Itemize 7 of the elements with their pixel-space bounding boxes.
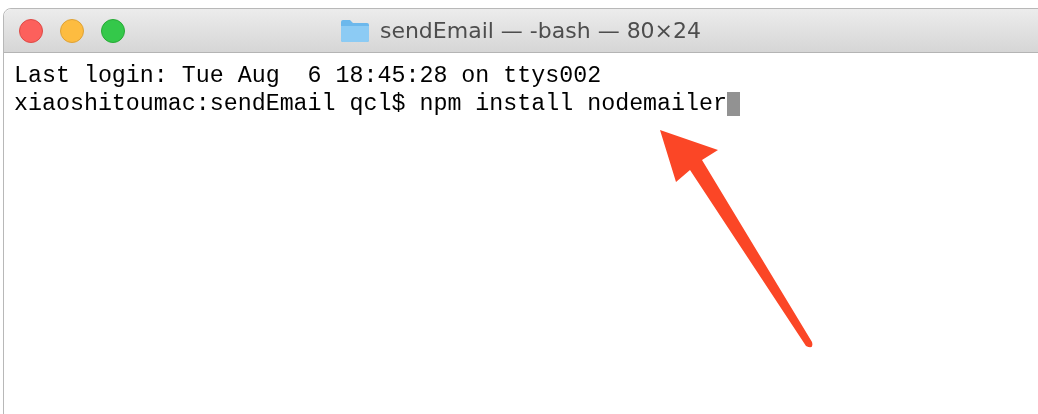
zoom-button[interactable] bbox=[101, 18, 125, 43]
terminal-line: xiaoshitoumac:sendEmail qcl$ npm install nodemailer bbox=[14, 90, 727, 118]
folder-icon bbox=[339, 18, 370, 43]
window-title: sendEmail — -bash — 80×24 bbox=[379, 18, 702, 43]
minimize-button[interactable] bbox=[60, 18, 84, 43]
close-button[interactable] bbox=[19, 18, 43, 43]
terminal-line: Last login: Tue Aug 6 18:45:28 on ttys002 bbox=[14, 62, 602, 90]
